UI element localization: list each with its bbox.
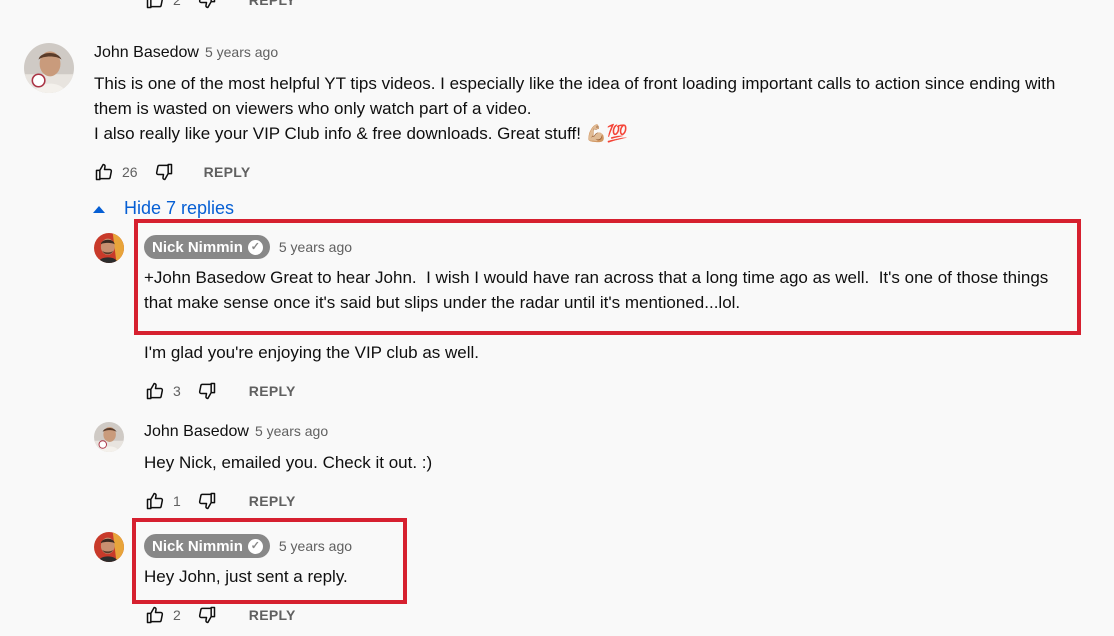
reply-time[interactable]: 5 years ago bbox=[279, 239, 352, 255]
reply-time[interactable]: 5 years ago bbox=[255, 423, 328, 439]
creator-badge[interactable]: Nick Nimmin ✓ bbox=[144, 534, 270, 558]
thumbs-down-icon bbox=[197, 0, 217, 10]
reply-author[interactable]: John Basedow bbox=[144, 423, 249, 440]
reply-text: Hey Nick, emailed you. Check it out. :) bbox=[144, 453, 433, 472]
reply-actions: 2 REPLY bbox=[145, 605, 296, 625]
like-count: 1 bbox=[173, 493, 181, 509]
user-avatar-image bbox=[24, 43, 74, 93]
creator-badge[interactable]: Nick Nimmin ✓ bbox=[144, 235, 270, 259]
check-circle-icon: ✓ bbox=[247, 239, 263, 255]
reply-header: Nick Nimmin ✓ 5 years ago bbox=[144, 534, 352, 558]
reply-author: Nick Nimmin bbox=[152, 537, 243, 555]
reply-button[interactable]: REPLY bbox=[249, 607, 296, 623]
check-circle-icon: ✓ bbox=[247, 538, 263, 554]
comment-actions: 26 REPLY bbox=[94, 162, 250, 182]
comment-author[interactable]: John Basedow bbox=[94, 44, 199, 61]
comment-header: John Basedow 5 years ago bbox=[94, 44, 278, 62]
avatar[interactable] bbox=[94, 233, 124, 263]
thumbs-up-icon bbox=[145, 0, 165, 10]
dislike-button[interactable] bbox=[154, 162, 174, 182]
thumbs-up-icon bbox=[145, 605, 165, 625]
like-count: 26 bbox=[122, 164, 138, 180]
dislike-button[interactable] bbox=[197, 491, 217, 511]
reply-header: Nick Nimmin ✓ 5 years ago bbox=[144, 235, 352, 259]
like-button[interactable] bbox=[145, 381, 165, 401]
reply-text: +John Basedow Great to hear John. I wish… bbox=[144, 268, 1049, 312]
caret-up-icon bbox=[93, 205, 105, 213]
top-comment-actions: 2 REPLY bbox=[145, 0, 296, 10]
reply-actions: 1 REPLY bbox=[145, 491, 296, 511]
like-count: 3 bbox=[173, 383, 181, 399]
reply-text-continued: I'm glad you're enjoying the VIP club as… bbox=[144, 343, 480, 362]
reply-button[interactable]: REPLY bbox=[204, 164, 251, 180]
avatar[interactable] bbox=[24, 43, 74, 93]
comment-text: This is one of the most helpful YT tips … bbox=[94, 74, 1056, 143]
avatar[interactable] bbox=[94, 422, 124, 452]
hide-replies-toggle[interactable]: Hide 7 replies bbox=[92, 198, 234, 219]
like-button[interactable] bbox=[145, 605, 165, 625]
like-count: 2 bbox=[173, 0, 181, 8]
user-avatar-image bbox=[94, 532, 124, 562]
like-button[interactable] bbox=[145, 0, 165, 10]
reply-button[interactable]: REPLY bbox=[249, 0, 296, 8]
thumbs-up-icon bbox=[145, 381, 165, 401]
comment-time[interactable]: 5 years ago bbox=[205, 44, 278, 60]
like-button[interactable] bbox=[94, 162, 114, 182]
like-button[interactable] bbox=[145, 491, 165, 511]
thumbs-down-icon bbox=[197, 491, 217, 511]
reply-button[interactable]: REPLY bbox=[249, 383, 296, 399]
reply-author: Nick Nimmin bbox=[152, 238, 243, 256]
like-count: 2 bbox=[173, 607, 181, 623]
reply-header: John Basedow 5 years ago bbox=[144, 423, 328, 441]
reply-text: Hey John, just sent a reply. bbox=[144, 567, 348, 586]
highlight-box bbox=[132, 518, 407, 604]
reply-button[interactable]: REPLY bbox=[249, 493, 296, 509]
hide-replies-label[interactable]: Hide 7 replies bbox=[124, 198, 234, 219]
dislike-button[interactable] bbox=[197, 0, 217, 10]
avatar[interactable] bbox=[94, 532, 124, 562]
thumbs-up-icon bbox=[145, 491, 165, 511]
thumbs-up-icon bbox=[94, 162, 114, 182]
dislike-button[interactable] bbox=[197, 605, 217, 625]
reply-time[interactable]: 5 years ago bbox=[279, 538, 352, 554]
thumbs-down-icon bbox=[154, 162, 174, 182]
user-avatar-image bbox=[94, 233, 124, 263]
reply-actions: 3 REPLY bbox=[145, 381, 296, 401]
thumbs-down-icon bbox=[197, 381, 217, 401]
dislike-button[interactable] bbox=[197, 381, 217, 401]
thumbs-down-icon bbox=[197, 605, 217, 625]
user-avatar-image bbox=[94, 422, 124, 452]
